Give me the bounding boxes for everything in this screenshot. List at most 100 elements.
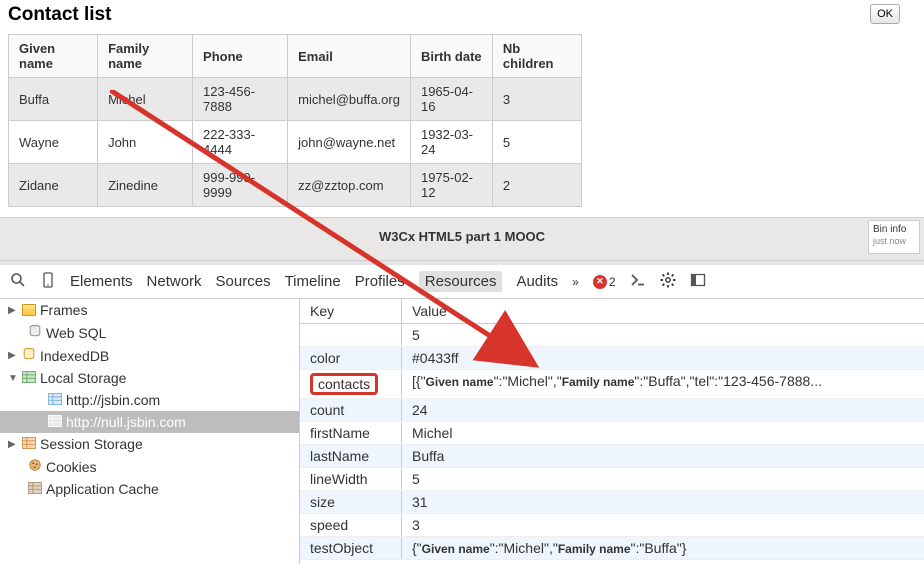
- kv-row[interactable]: testObject{"Given name":"Michel","Family…: [300, 537, 924, 560]
- table-cell: 1975-02-12: [410, 164, 492, 207]
- table-cell: 999-999-9999: [193, 164, 288, 207]
- table-header: Family name: [98, 35, 193, 78]
- table-header: Birth date: [410, 35, 492, 78]
- tab-profiles[interactable]: Profiles: [355, 273, 405, 290]
- table-icon: [48, 392, 62, 408]
- kv-key: speed: [300, 514, 402, 536]
- search-icon[interactable]: [10, 272, 26, 292]
- table-row: WayneJohn222-333-4444john@wayne.net1932-…: [9, 121, 582, 164]
- kv-value: 3: [402, 514, 924, 536]
- tree-cookies[interactable]: Cookies: [0, 455, 299, 478]
- table-cell: Michel: [98, 78, 193, 121]
- table-cell: zz@zztop.com: [288, 164, 411, 207]
- kv-row[interactable]: count24: [300, 399, 924, 422]
- contact-table: Given nameFamily namePhoneEmailBirth dat…: [8, 34, 582, 207]
- kv-value: Buffa: [402, 445, 924, 467]
- table-cell: John: [98, 121, 193, 164]
- bin-info-card[interactable]: Bin info just now: [868, 220, 920, 254]
- kv-row[interactable]: lastNameBuffa: [300, 445, 924, 468]
- table-cell: 2: [492, 164, 581, 207]
- tree-sessionstorage[interactable]: ▶Session Storage: [0, 433, 299, 455]
- kv-value: [{"Given name":"Michel","Family name":"B…: [402, 370, 924, 398]
- kv-value: #0433ff: [402, 347, 924, 369]
- tree-frames[interactable]: ▶Frames: [0, 299, 299, 321]
- kv-key: color: [300, 347, 402, 369]
- folder-icon: [22, 304, 36, 316]
- tree-local-nulljsbin[interactable]: http://null.jsbin.com: [0, 411, 299, 433]
- table-row: ZidaneZinedine999-999-9999zz@zztop.com19…: [9, 164, 582, 207]
- kv-row[interactable]: lineWidth5: [300, 468, 924, 491]
- kv-value: Michel: [402, 422, 924, 444]
- table-cell: Zidane: [9, 164, 98, 207]
- table-cell: john@wayne.net: [288, 121, 411, 164]
- kv-key: firstName: [300, 422, 402, 444]
- page-title: Contact list: [8, 4, 111, 26]
- table-row: BuffaMichel123-456-7888michel@buffa.org1…: [9, 78, 582, 121]
- kv-key: testObject: [300, 537, 402, 559]
- kv-header-key[interactable]: Key: [300, 299, 402, 323]
- kv-value: 5: [402, 324, 924, 346]
- kv-key: size: [300, 491, 402, 513]
- kv-key: lineWidth: [300, 468, 402, 490]
- kv-key: [300, 324, 402, 346]
- cookie-icon: [28, 458, 42, 475]
- resources-tree: ▶Frames Web SQL ▶IndexedDB ▼Local Storag…: [0, 299, 300, 564]
- tree-appcache[interactable]: Application Cache: [0, 478, 299, 500]
- tab-network[interactable]: Network: [147, 273, 202, 290]
- console-icon[interactable]: [630, 272, 646, 292]
- bin-info-time: just now: [873, 236, 915, 247]
- database-icon: [28, 324, 42, 341]
- dock-icon[interactable]: [690, 272, 706, 292]
- tab-audits[interactable]: Audits: [516, 273, 558, 290]
- ok-button[interactable]: OK: [870, 4, 900, 24]
- tree-websql[interactable]: Web SQL: [0, 321, 299, 344]
- tree-indexeddb[interactable]: ▶IndexedDB: [0, 344, 299, 367]
- table-cell: michel@buffa.org: [288, 78, 411, 121]
- tabs-overflow[interactable]: »: [572, 275, 579, 289]
- table-cell: 222-333-4444: [193, 121, 288, 164]
- table-header: Given name: [9, 35, 98, 78]
- kv-value: 5: [402, 468, 924, 490]
- kv-row[interactable]: contacts[{"Given name":"Michel","Family …: [300, 370, 924, 399]
- tree-localstorage[interactable]: ▼Local Storage: [0, 367, 299, 389]
- table-cell: 123-456-7888: [193, 78, 288, 121]
- table-icon: [22, 436, 36, 452]
- kv-key: contacts: [300, 370, 402, 398]
- table-header: Phone: [193, 35, 288, 78]
- bin-info-label: Bin info: [873, 224, 915, 236]
- table-cell: Zinedine: [98, 164, 193, 207]
- tree-local-jsbin[interactable]: http://jsbin.com: [0, 389, 299, 411]
- kv-key: count: [300, 399, 402, 421]
- table-cell: 1965-04-16: [410, 78, 492, 121]
- database-icon: [22, 347, 36, 364]
- devtools-toolbar: Elements Network Sources Timeline Profil…: [0, 265, 924, 299]
- kv-row[interactable]: 5: [300, 324, 924, 347]
- kv-row[interactable]: speed3: [300, 514, 924, 537]
- tab-sources[interactable]: Sources: [216, 273, 271, 290]
- kv-value: {"Given name":"Michel","Family name":"Bu…: [402, 537, 924, 559]
- table-icon: [28, 481, 42, 497]
- kv-value: 31: [402, 491, 924, 513]
- device-icon[interactable]: [40, 272, 56, 292]
- table-header: Nb children: [492, 35, 581, 78]
- error-badge[interactable]: ✕2: [593, 275, 616, 289]
- table-cell: 5: [492, 121, 581, 164]
- bin-bar: W3Cx HTML5 part 1 MOOC Bin info just now: [0, 217, 924, 261]
- gear-icon[interactable]: [660, 272, 676, 292]
- table-icon: [22, 370, 36, 386]
- tab-timeline[interactable]: Timeline: [285, 273, 341, 290]
- table-cell: Buffa: [9, 78, 98, 121]
- table-cell: 3: [492, 78, 581, 121]
- kv-header-value[interactable]: Value: [402, 299, 457, 323]
- table-cell: Wayne: [9, 121, 98, 164]
- kv-value: 24: [402, 399, 924, 421]
- tab-elements[interactable]: Elements: [70, 273, 133, 290]
- kv-row[interactable]: color#0433ff: [300, 347, 924, 370]
- table-header: Email: [288, 35, 411, 78]
- kv-row[interactable]: size31: [300, 491, 924, 514]
- table-icon: [48, 414, 62, 430]
- table-cell: 1932-03-24: [410, 121, 492, 164]
- kv-pane: Key Value 5color#0433ffcontacts[{"Given …: [300, 299, 924, 564]
- kv-row[interactable]: firstNameMichel: [300, 422, 924, 445]
- tab-resources[interactable]: Resources: [419, 271, 503, 292]
